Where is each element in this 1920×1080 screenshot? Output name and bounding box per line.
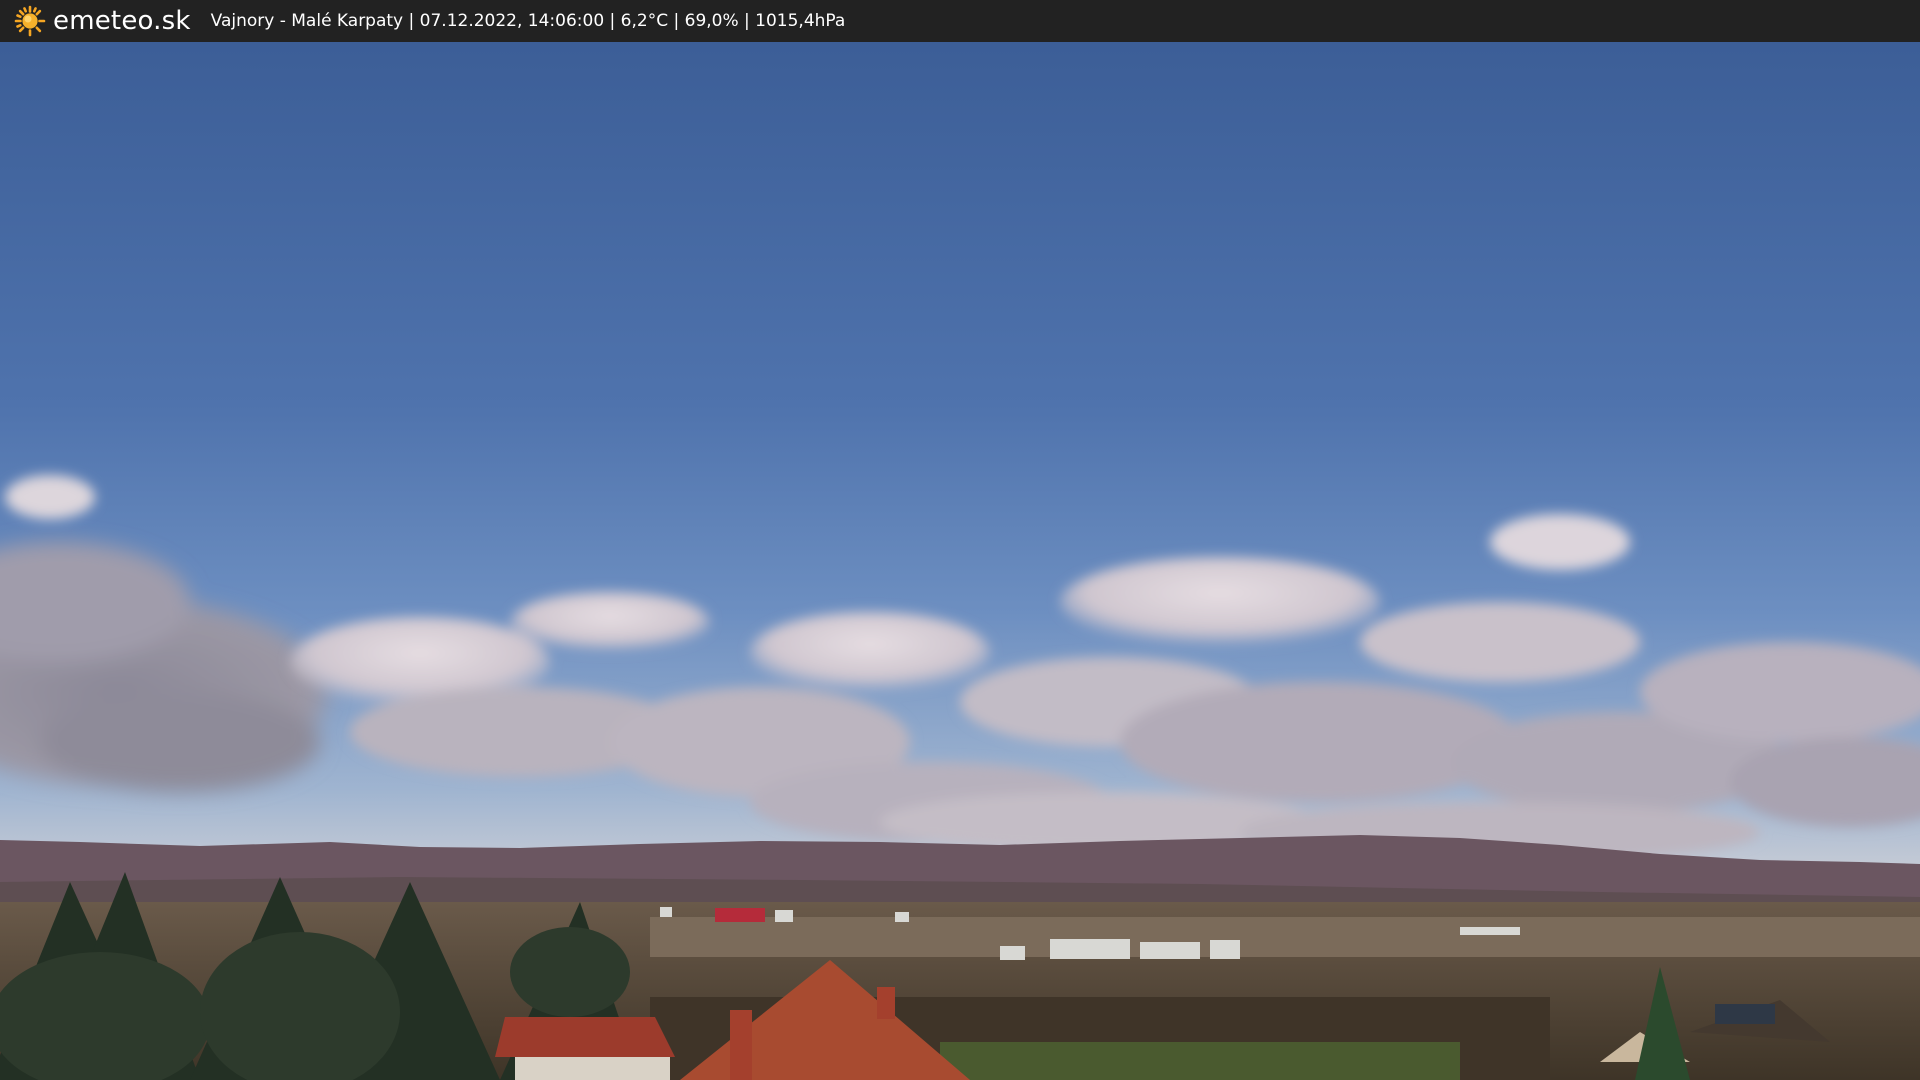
webcam-image [0,42,1920,1080]
brand-logo: emeteo.sk [14,5,191,37]
brand-name: emeteo.sk [53,6,191,36]
overlay-header-bar: emeteo.sk Vajnory - Malé Karpaty | 07.12… [0,0,1920,42]
sun-icon [14,5,46,37]
webcam-caption: Vajnory - Malé Karpaty | 07.12.2022, 14:… [210,11,846,31]
